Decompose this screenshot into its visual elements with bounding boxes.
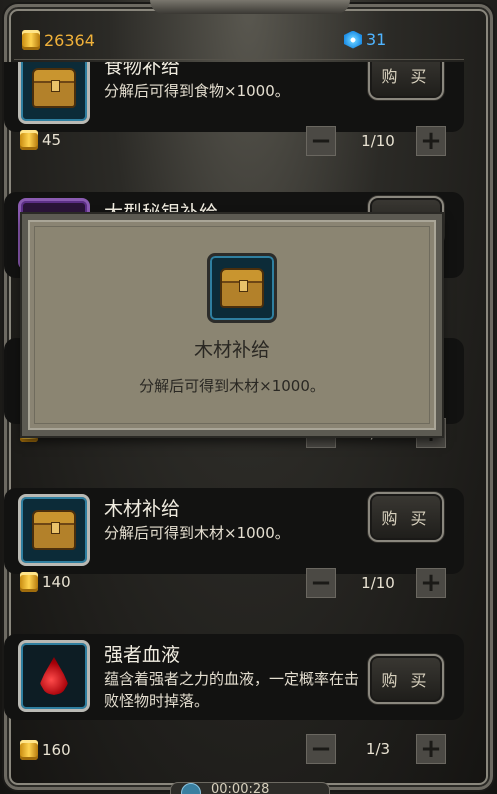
- gold-coin-icon: [20, 130, 38, 150]
- blood-drop-icon: [40, 657, 68, 695]
- buy-button[interactable]: 购 买: [368, 654, 444, 704]
- item-description: 分解后可得到食物×1000。: [104, 82, 290, 100]
- buy-button[interactable]: 购 买: [368, 492, 444, 542]
- top-ornament: [150, 0, 350, 14]
- currency-bar: 26364 31: [14, 24, 464, 60]
- timer-value: 00:00:28: [211, 782, 270, 794]
- timer-bar: 00:00:28: [170, 782, 330, 794]
- gold-coin-icon: [20, 740, 38, 760]
- quantity-value: 1/3: [365, 740, 391, 758]
- gold-amount: 26364: [44, 30, 95, 50]
- item-icon-frame[interactable]: [18, 62, 90, 124]
- price: 45: [20, 130, 61, 150]
- item-description: 蕴含着强者之力的血液，一定概率在击败怪物时掉落。: [104, 670, 360, 710]
- price-value: 140: [42, 573, 71, 591]
- increment-button[interactable]: +: [416, 734, 446, 764]
- item-title: 木材补给: [104, 498, 181, 520]
- item-title: 强者血液: [104, 644, 181, 666]
- gold-coin-icon: [20, 572, 38, 592]
- item-tooltip[interactable]: 木材补给 分解后可得到木材×1000。: [22, 214, 442, 436]
- increment-button[interactable]: +: [416, 126, 446, 156]
- price: 140: [20, 572, 71, 592]
- decrement-button[interactable]: −: [306, 126, 336, 156]
- treasure-chest-icon: [220, 268, 264, 308]
- tooltip-description: 分解后可得到木材×1000。: [139, 377, 325, 395]
- gem-balance: 31: [344, 30, 386, 49]
- item-icon-frame[interactable]: [18, 640, 90, 712]
- price-value: 160: [42, 741, 71, 759]
- quantity-value: 1/10: [361, 132, 395, 150]
- item-description: 分解后可得到木材×1000。: [104, 524, 290, 542]
- treasure-chest-icon: [32, 68, 76, 108]
- treasure-chest-icon: [32, 510, 76, 550]
- tooltip-title: 木材补给: [193, 339, 270, 361]
- item-title: 食物补给: [104, 62, 181, 78]
- tooltip-body: 木材补给 分解后可得到木材×1000。: [34, 226, 430, 424]
- gold-balance: 26364: [22, 30, 95, 50]
- decrement-button[interactable]: −: [306, 568, 336, 598]
- clock-icon: [181, 783, 201, 794]
- item-card: 木材补给 分解后可得到木材×1000。 购 买: [4, 488, 464, 574]
- item-card: 强者血液 蕴含着强者之力的血液，一定概率在击败怪物时掉落。 购 买: [4, 634, 464, 720]
- item-card: 食物补给 分解后可得到食物×1000。 购 买: [4, 62, 464, 132]
- buy-button[interactable]: 购 买: [368, 62, 444, 100]
- gem-icon: [344, 30, 362, 49]
- price: 160: [20, 740, 71, 760]
- item-icon-frame[interactable]: [18, 494, 90, 566]
- quantity-value: 1/10: [361, 574, 395, 592]
- decrement-button[interactable]: −: [306, 734, 336, 764]
- tooltip-icon-frame: [207, 253, 277, 323]
- increment-button[interactable]: +: [416, 568, 446, 598]
- gem-amount: 31: [366, 30, 387, 49]
- price-value: 45: [42, 131, 62, 149]
- gold-coin-icon: [22, 30, 40, 50]
